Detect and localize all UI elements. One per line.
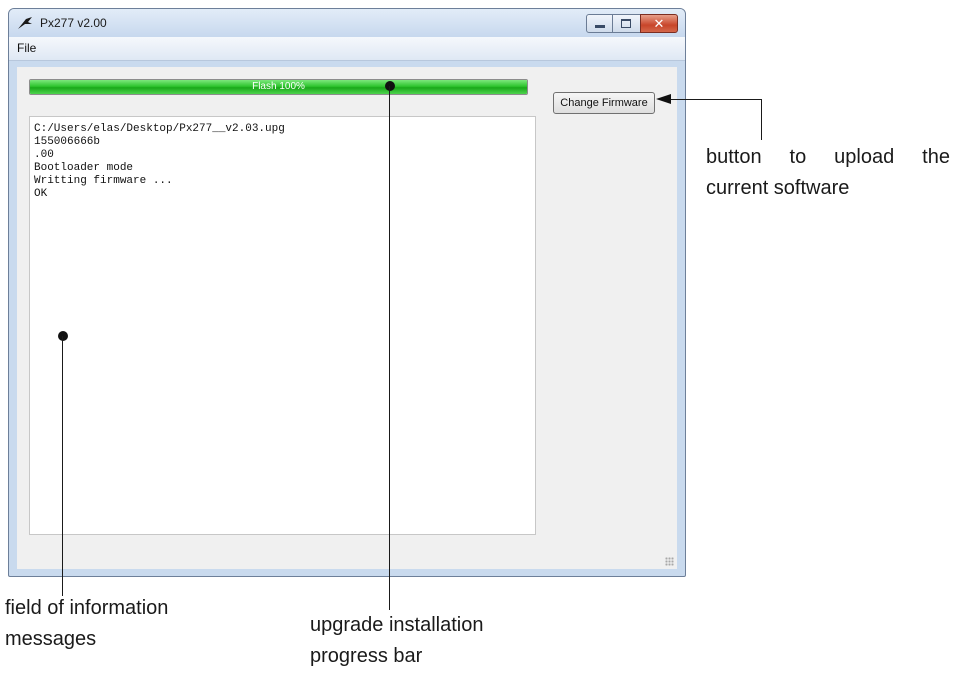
- field-callout-line: [62, 336, 63, 596]
- title-bar[interactable]: Px277 v2.00 ✕: [9, 9, 685, 37]
- minimize-icon: [595, 25, 605, 28]
- log-line: 155006666b: [34, 136, 101, 148]
- client-area: Flash 100% C:/Users/elas/Desktop/Px277__…: [17, 67, 677, 569]
- info-messages-field[interactable]: C:/Users/elas/Desktop/Px277__v2.03.upg 15…: [29, 116, 536, 535]
- field-callout-dot: [58, 331, 68, 341]
- menu-bar: File: [9, 37, 685, 61]
- log-line: Bootloader mode: [34, 162, 134, 174]
- log-line: Writting firmware ...: [34, 175, 173, 187]
- progress-annotation-line1: upgrade installation: [310, 614, 484, 636]
- progress-callout-line: [389, 86, 390, 610]
- progress-callout-dot: [385, 81, 395, 91]
- maximize-icon: [621, 19, 631, 28]
- menu-file[interactable]: File: [17, 41, 36, 55]
- field-annotation-line2: messages: [5, 628, 97, 650]
- button-callout-vertical: [761, 99, 762, 140]
- field-annotation: field of information messages: [5, 593, 168, 655]
- app-window: Px277 v2.00 ✕ File Flash 100% C:/Users/e…: [8, 8, 686, 577]
- log-line: .00: [34, 149, 54, 161]
- window-title: Px277 v2.00: [40, 16, 107, 30]
- maximize-button[interactable]: [613, 14, 640, 33]
- progress-bar: Flash 100%: [29, 79, 528, 95]
- button-annotation-line1: button to upload the: [706, 146, 950, 168]
- log-line: OK: [34, 188, 48, 200]
- close-icon: ✕: [653, 16, 665, 31]
- close-button[interactable]: ✕: [640, 14, 678, 33]
- progress-annotation: upgrade installation progress bar: [310, 610, 483, 672]
- change-firmware-button[interactable]: Change Firmware: [553, 92, 655, 114]
- button-annotation-line2: current software: [706, 177, 850, 199]
- progress-label: Flash 100%: [252, 81, 305, 92]
- field-annotation-line1: field of information: [5, 597, 169, 619]
- progress-annotation-line2: progress bar: [310, 645, 423, 667]
- button-callout-horizontal: [668, 99, 762, 100]
- caption-buttons: ✕: [586, 14, 678, 34]
- app-logo-icon: [18, 17, 32, 29]
- minimize-button[interactable]: [586, 14, 613, 33]
- resize-grip-icon[interactable]: [665, 557, 674, 566]
- button-annotation: button to upload the current software: [706, 142, 950, 204]
- log-line: C:/Users/elas/Desktop/Px277__v2.03.upg: [34, 123, 285, 135]
